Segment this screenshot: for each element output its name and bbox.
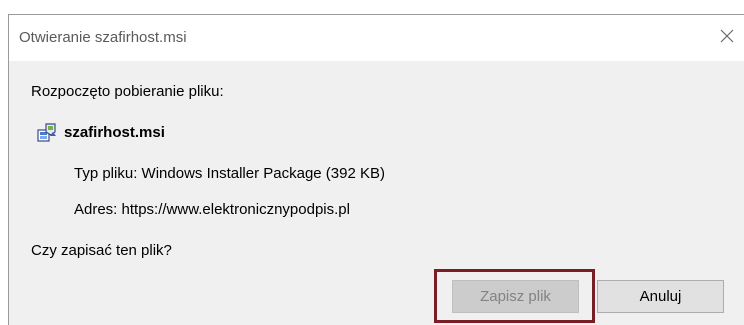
cancel-button[interactable]: Anuluj [597, 280, 724, 313]
close-button[interactable] [712, 21, 742, 51]
save-file-button[interactable]: Zapisz plik [452, 280, 579, 313]
file-type-value: Windows Installer Package (392 KB) [141, 165, 385, 182]
msi-installer-icon [37, 123, 56, 142]
download-dialog: Otwieranie szafirhost.msi Rozpoczęto pob… [8, 14, 744, 325]
address-label: Adres: [74, 201, 118, 218]
dialog-title: Otwieranie szafirhost.msi [19, 29, 187, 46]
save-question-text: Czy zapisać ten plik? [31, 242, 172, 259]
download-started-text: Rozpoczęto pobieranie pliku: [31, 83, 224, 100]
address-value: https://www.elektronicznypodpis.pl [121, 201, 350, 218]
file-row: szafirhost.msi [37, 121, 165, 143]
dialog-content: Rozpoczęto pobieranie pliku: szafirhost.… [9, 61, 744, 325]
close-icon [720, 29, 734, 43]
file-name: szafirhost.msi [64, 123, 165, 141]
file-type-line: Typ pliku: Windows Installer Package (39… [74, 165, 385, 182]
dialog-titlebar: Otwieranie szafirhost.msi [9, 15, 744, 61]
file-type-label: Typ pliku: [74, 165, 138, 182]
address-line: Adres: https://www.elektronicznypodpis.p… [74, 201, 350, 218]
